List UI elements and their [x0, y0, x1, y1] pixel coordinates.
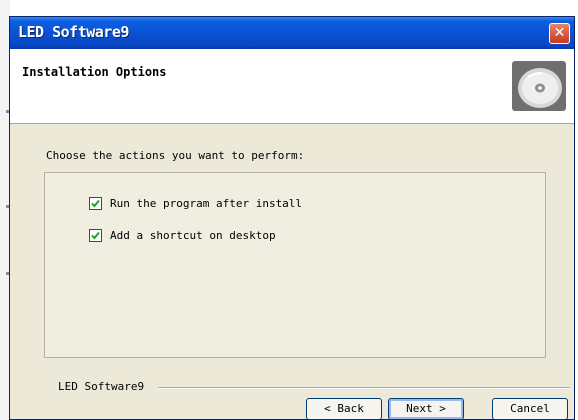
- option-label: Run the program after install: [110, 196, 303, 210]
- page-title: Installation Options: [22, 65, 167, 79]
- checkmark-icon: [91, 199, 100, 207]
- checkbox[interactable]: [89, 196, 102, 210]
- close-icon: ✕: [553, 25, 566, 41]
- instruction-text: Choose the actions you want to perform:: [46, 149, 305, 162]
- window-title: LED Software9: [18, 23, 129, 41]
- option-desktop-shortcut[interactable]: Add a shortcut on desktop: [89, 227, 276, 243]
- cancel-button[interactable]: Cancel: [492, 398, 568, 420]
- brand-label: LED Software9: [58, 380, 145, 393]
- installer-dialog: LED Software9 ✕ Installation Options Cho…: [9, 16, 575, 420]
- checkbox[interactable]: [89, 228, 102, 242]
- next-button[interactable]: Next >: [388, 398, 464, 420]
- back-button[interactable]: < Back: [306, 398, 382, 420]
- divider: [158, 387, 570, 389]
- option-label: Add a shortcut on desktop: [110, 228, 276, 242]
- title-bar[interactable]: LED Software9 ✕: [10, 17, 574, 49]
- header-pane: Installation Options: [10, 49, 574, 124]
- close-button[interactable]: ✕: [549, 23, 570, 44]
- options-group: Run the program after install Add a shor…: [44, 172, 546, 358]
- checkmark-icon: [91, 231, 100, 239]
- body-pane: Choose the actions you want to perform: …: [10, 124, 574, 420]
- cd-disc-icon: [512, 61, 566, 111]
- option-run-after-install[interactable]: Run the program after install: [89, 195, 302, 211]
